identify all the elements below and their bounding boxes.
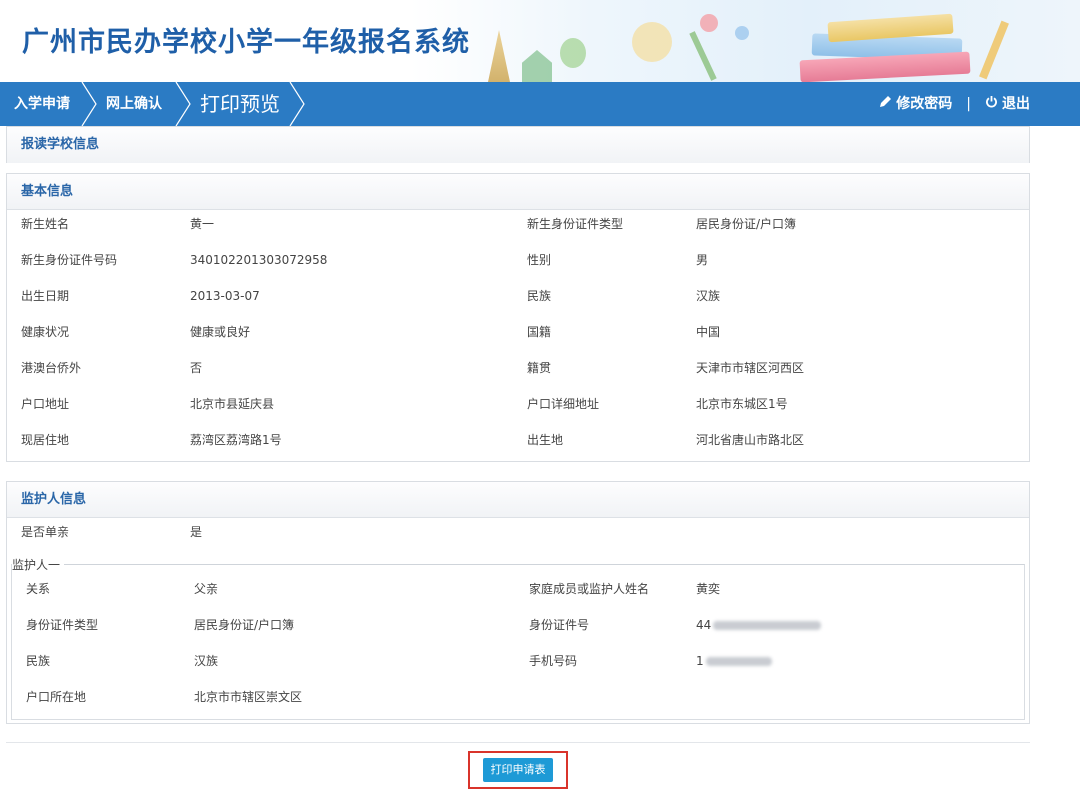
pencil-illustration: [979, 20, 1009, 80]
field-value: 黄一: [190, 217, 215, 231]
step-apply[interactable]: 入学申请: [14, 82, 70, 126]
guardian-one-box: 关系 父亲 家庭成员或监护人姓名 黄奕 身份证件类型 居民身份证/户口簿 身份证…: [11, 564, 1025, 720]
book-illustration: [799, 51, 971, 82]
step-online-confirm[interactable]: 网上确认: [106, 82, 162, 126]
nav-divider: |: [966, 96, 971, 112]
field-value: 中国: [696, 325, 721, 339]
field-label: 身份证件号: [529, 618, 590, 632]
info-row: 户口地址 北京市县延庆县 户口详细地址 北京市东城区1号: [7, 386, 1029, 422]
info-row: 港澳台侨外 否 籍贯 天津市市辖区河西区: [7, 350, 1029, 386]
field-label: 港澳台侨外: [21, 361, 82, 375]
field-value: 2013-03-07: [190, 289, 260, 303]
pencil-icon: [879, 82, 892, 126]
field-label: 民族: [527, 289, 552, 303]
system-title: 广州市民办学校小学一年级报名系统: [22, 27, 470, 58]
field-value: 是: [190, 525, 203, 539]
chevron-right-icon: [80, 82, 100, 126]
info-row: 出生日期 2013-03-07 民族 汉族: [7, 278, 1029, 314]
field-label: 国籍: [527, 325, 552, 339]
change-password-link[interactable]: 修改密码: [879, 82, 952, 126]
info-row: 关系 父亲 家庭成员或监护人姓名 黄奕: [12, 571, 1024, 607]
step-print-preview[interactable]: 打印预览: [200, 82, 280, 126]
field-value: 居民身份证/户口簿: [194, 618, 295, 632]
section-title-guardian: 监护人信息: [7, 482, 1029, 518]
field-value: 父亲: [194, 582, 219, 596]
field-label: 民族: [26, 654, 51, 668]
house-illustration: [522, 50, 552, 82]
field-label: 新生身份证件号码: [21, 253, 118, 267]
field-label: 关系: [26, 582, 51, 596]
logout-link[interactable]: 退出: [985, 82, 1030, 126]
field-label: 现居住地: [21, 433, 70, 447]
field-label: 新生姓名: [21, 217, 70, 231]
field-value: 汉族: [194, 654, 219, 668]
basic-info-panel: 基本信息 新生姓名 黄一 新生身份证件类型 居民身份证/户口簿 新生身份证件号码…: [6, 173, 1030, 462]
field-value: 汉族: [696, 289, 721, 303]
chevron-right-icon: [174, 82, 194, 126]
id-number-value: 44: [696, 607, 822, 643]
field-label: 手机号码: [529, 654, 578, 668]
field-value: 天津市市辖区河西区: [696, 361, 805, 375]
info-row: 现居住地 荔湾区荔湾路1号 出生地 河北省唐山市路北区: [7, 422, 1029, 458]
chevron-right-icon: [288, 82, 308, 126]
redacted-phone-number: [705, 657, 772, 666]
tree-illustration: [560, 38, 586, 68]
guardian-one-caption: 监护人一: [12, 556, 65, 573]
school-info-panel: 报读学校信息: [6, 126, 1030, 163]
info-row: 新生身份证件号码 340102201303072958 性别 男: [7, 242, 1029, 278]
field-label: 新生身份证件类型: [527, 217, 624, 231]
field-value: 健康或良好: [190, 325, 251, 339]
field-label: 身份证件类型: [26, 618, 99, 632]
flower-illustration: [735, 26, 749, 40]
field-value: 340102201303072958: [190, 253, 328, 267]
info-row: 健康状况 健康或良好 国籍 中国: [7, 314, 1029, 350]
tower-illustration: [488, 30, 510, 82]
field-label: 出生地: [527, 433, 564, 447]
info-row: 民族 汉族 手机号码 1: [12, 643, 1024, 679]
power-icon: [985, 82, 998, 126]
nav-bar: 入学申请 网上确认 打印预览 修改密码 | 退出: [0, 82, 1080, 126]
field-label: 出生日期: [21, 289, 70, 303]
field-label: 户口详细地址: [527, 397, 600, 411]
field-value: 北京市市辖区崇文区: [194, 690, 303, 704]
field-value: 否: [190, 361, 203, 375]
flower-illustration: [700, 14, 718, 32]
field-value: 北京市县延庆县: [190, 397, 275, 411]
section-title-school: 报读学校信息: [7, 127, 1029, 163]
change-password-label: 修改密码: [896, 96, 953, 112]
field-value: 居民身份证/户口簿: [696, 217, 797, 231]
phone-prefix: 1: [696, 654, 704, 668]
guardian-info-panel: 监护人信息 是否单亲 是 关系 父亲 家庭成员或监护人姓名 黄奕 身份证件类型 …: [6, 481, 1030, 724]
field-label: 户口所在地: [26, 690, 87, 704]
field-label: 是否单亲: [21, 525, 70, 539]
info-row: 是否单亲 是: [7, 514, 1029, 550]
sun-illustration: [632, 22, 672, 62]
header-banner: 广州市民办学校小学一年级报名系统: [0, 0, 1080, 82]
info-row: 新生姓名 黄一 新生身份证件类型 居民身份证/户口簿: [7, 206, 1029, 242]
field-value: 男: [696, 253, 709, 267]
field-value: 北京市东城区1号: [696, 397, 788, 411]
id-number-prefix: 44: [696, 618, 712, 632]
phone-number-value: 1: [696, 643, 772, 679]
section-title-basic: 基本信息: [7, 174, 1029, 210]
field-value: 荔湾区荔湾路1号: [190, 433, 282, 447]
divider: [6, 742, 1030, 743]
info-row: 身份证件类型 居民身份证/户口簿 身份证件号 44: [12, 607, 1024, 643]
info-row: 户口所在地 北京市市辖区崇文区: [12, 679, 1024, 715]
print-application-button[interactable]: 打印申请表: [483, 758, 553, 782]
plant-illustration: [689, 31, 717, 81]
field-label: 籍贯: [527, 361, 552, 375]
logout-label: 退出: [1002, 96, 1030, 112]
field-label: 健康状况: [21, 325, 70, 339]
field-label: 性别: [527, 253, 552, 267]
field-value: 河北省唐山市路北区: [696, 433, 805, 447]
redacted-id-number: [713, 621, 822, 630]
field-label: 家庭成员或监护人姓名: [529, 582, 650, 596]
user-menu: 修改密码 | 退出: [879, 82, 1030, 126]
field-label: 户口地址: [21, 397, 70, 411]
field-value: 黄奕: [696, 582, 721, 596]
